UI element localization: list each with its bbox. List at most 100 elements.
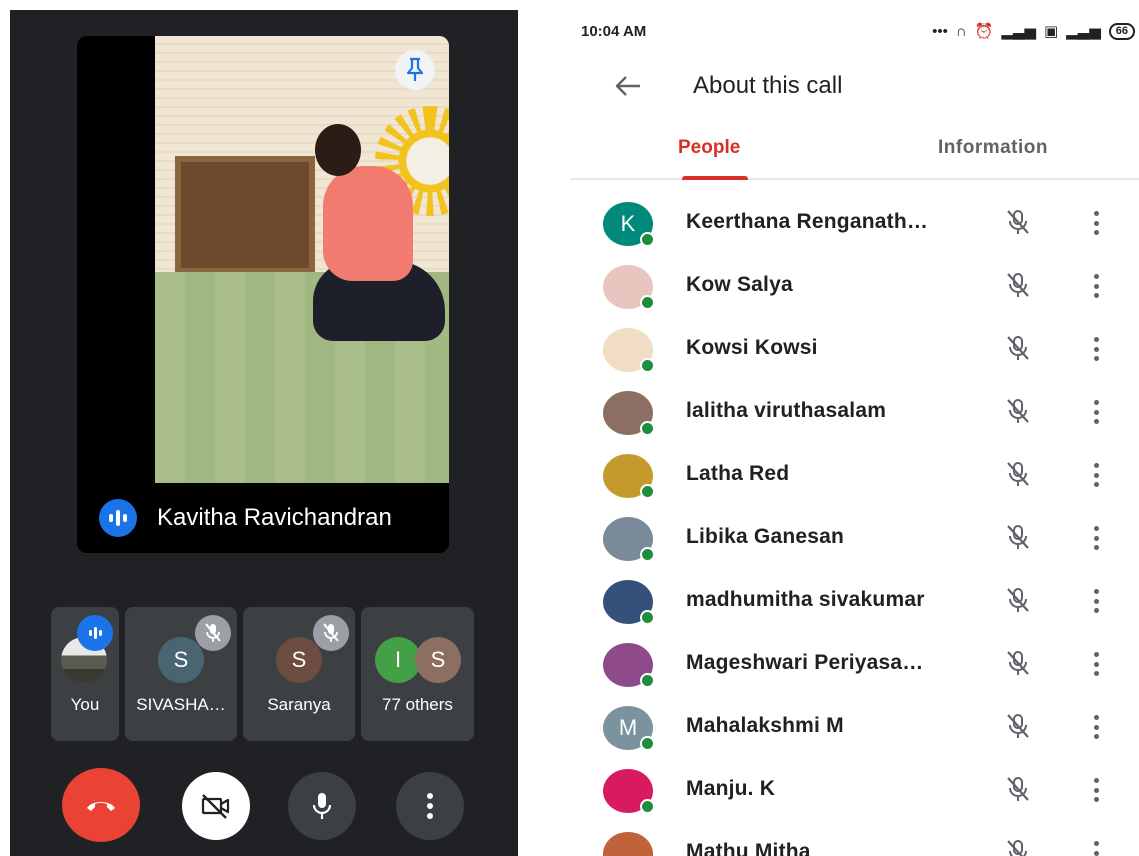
online-indicator bbox=[640, 547, 655, 562]
back-button[interactable] bbox=[610, 68, 646, 104]
online-indicator bbox=[640, 736, 655, 751]
online-indicator bbox=[640, 484, 655, 499]
participant-name: Latha Red bbox=[686, 462, 790, 485]
data-icon: ▣ bbox=[1043, 23, 1059, 40]
online-indicator bbox=[640, 358, 655, 373]
signal-icon: ▂▃▅ bbox=[1001, 23, 1036, 40]
participant-name: Libika Ganesan bbox=[686, 525, 845, 548]
video-off-icon bbox=[201, 794, 230, 819]
battery-icon: 66 bbox=[1108, 22, 1135, 40]
participant-tile-sivasha[interactable]: S SIVASHA… bbox=[125, 607, 237, 741]
online-indicator bbox=[640, 232, 655, 247]
participant-label: You bbox=[70, 695, 100, 714]
more-dots-icon: ••• bbox=[932, 22, 948, 40]
mic-icon bbox=[312, 793, 332, 819]
online-indicator bbox=[640, 421, 655, 436]
more-vert-icon[interactable] bbox=[1086, 775, 1106, 805]
participant-name: Kowsi Kowsi bbox=[686, 336, 818, 359]
more-vert-icon[interactable] bbox=[1086, 523, 1106, 553]
more-vert-icon[interactable] bbox=[1086, 838, 1106, 856]
online-indicator bbox=[640, 610, 655, 625]
avatar: S bbox=[415, 637, 461, 683]
list-item[interactable]: lalitha viruthasalam bbox=[570, 381, 1139, 444]
list-item[interactable]: M Mahalakshmi M bbox=[570, 696, 1139, 759]
more-vert-icon[interactable] bbox=[1086, 271, 1106, 301]
mic-off-badge bbox=[195, 615, 231, 651]
participant-tile-others[interactable]: I S 77 others bbox=[361, 607, 474, 741]
mic-off-icon bbox=[205, 623, 221, 642]
list-item[interactable]: Latha Red bbox=[570, 444, 1139, 507]
more-vert-icon[interactable] bbox=[1086, 586, 1106, 616]
speaker-video bbox=[155, 36, 449, 483]
participant-name: madhumitha sivakumar bbox=[686, 588, 925, 611]
arrow-back-icon bbox=[615, 76, 640, 96]
avatar bbox=[603, 832, 653, 856]
tab-people[interactable]: People bbox=[678, 137, 740, 159]
microphone-button[interactable] bbox=[288, 772, 356, 840]
avatar: S bbox=[158, 637, 204, 683]
about-call-screen: 10:04 AM ••• ∩ ⏰ ▂▃▅ ▣ ▂▃▅ 66 About this… bbox=[570, 10, 1139, 856]
more-vert-icon[interactable] bbox=[1086, 712, 1106, 742]
mic-off-icon bbox=[1002, 773, 1034, 805]
audio-level-icon bbox=[99, 499, 137, 537]
meet-call-screen: Kavitha Ravichandran You S SIVASHA… S Sa… bbox=[10, 10, 518, 856]
participant-name: Mahalakshmi M bbox=[686, 714, 844, 737]
more-vert-icon[interactable] bbox=[1086, 208, 1106, 238]
participant-name: Keerthana Renganath… bbox=[686, 210, 929, 233]
participant-name: Mathu Mitha bbox=[686, 840, 811, 856]
list-item[interactable]: Mageshwari Periyasa… bbox=[570, 633, 1139, 696]
tab-information[interactable]: Information bbox=[938, 137, 1048, 159]
status-icons: ••• ∩ ⏰ ▂▃▅ ▣ ▂▃▅ 66 bbox=[932, 22, 1135, 40]
participant-label: 77 others bbox=[382, 695, 453, 714]
online-indicator bbox=[640, 673, 655, 688]
people-list: K Keerthana Renganath… Kow Salya Kowsi K… bbox=[570, 192, 1139, 856]
mic-off-icon bbox=[1002, 269, 1034, 301]
participant-tile-you[interactable]: You bbox=[51, 607, 119, 741]
mic-off-icon bbox=[1002, 647, 1034, 679]
tab-bar: People Information bbox=[570, 125, 1139, 180]
page-title: About this call bbox=[693, 72, 843, 99]
online-indicator bbox=[640, 799, 655, 814]
participant-label: SIVASHA… bbox=[136, 695, 226, 714]
status-bar: 10:04 AM ••• ∩ ⏰ ▂▃▅ ▣ ▂▃▅ 66 bbox=[570, 10, 1139, 50]
mic-off-icon bbox=[1002, 584, 1034, 616]
mic-off-icon bbox=[1002, 395, 1034, 427]
more-vert-icon[interactable] bbox=[1086, 397, 1106, 427]
list-item[interactable]: Kow Salya bbox=[570, 255, 1139, 318]
participant-tile-saranya[interactable]: S Saranya bbox=[243, 607, 355, 741]
more-vert-icon[interactable] bbox=[1086, 334, 1106, 364]
avatar: S bbox=[276, 637, 322, 683]
mic-off-icon bbox=[1002, 710, 1034, 742]
camera-toggle-button[interactable] bbox=[182, 772, 250, 840]
door-background bbox=[175, 156, 315, 274]
mic-off-badge bbox=[313, 615, 349, 651]
end-call-button[interactable] bbox=[62, 768, 140, 842]
phone-hangup-icon bbox=[87, 802, 115, 811]
app-bar: About this call bbox=[570, 60, 1139, 110]
pin-button[interactable] bbox=[395, 50, 435, 90]
list-item[interactable]: madhumitha sivakumar bbox=[570, 570, 1139, 633]
list-item[interactable]: Manju. K bbox=[570, 759, 1139, 822]
list-item[interactable]: Mathu Mitha bbox=[570, 822, 1139, 856]
mic-off-icon bbox=[1002, 521, 1034, 553]
online-indicator bbox=[640, 295, 655, 310]
mic-off-icon bbox=[1002, 206, 1034, 238]
audio-level-icon bbox=[77, 615, 113, 651]
headset-icon: ∩ bbox=[955, 22, 967, 40]
active-tab-indicator bbox=[682, 176, 748, 180]
list-item[interactable]: Libika Ganesan bbox=[570, 507, 1139, 570]
main-speaker-tile[interactable]: Kavitha Ravichandran bbox=[77, 36, 449, 553]
more-options-button[interactable] bbox=[396, 772, 464, 840]
mic-off-icon bbox=[1002, 836, 1034, 856]
speaker-name: Kavitha Ravichandran bbox=[157, 504, 392, 531]
more-vert-icon[interactable] bbox=[1086, 649, 1106, 679]
alarm-icon: ⏰ bbox=[974, 23, 994, 40]
list-item[interactable]: K Keerthana Renganath… bbox=[570, 192, 1139, 255]
participant-name: Manju. K bbox=[686, 777, 776, 800]
list-item[interactable]: Kowsi Kowsi bbox=[570, 318, 1139, 381]
participant-label: Saranya bbox=[267, 695, 331, 714]
pin-icon bbox=[406, 57, 424, 81]
more-vert-icon[interactable] bbox=[1086, 460, 1106, 490]
mic-off-icon bbox=[323, 623, 339, 642]
more-vert-icon bbox=[427, 793, 433, 819]
